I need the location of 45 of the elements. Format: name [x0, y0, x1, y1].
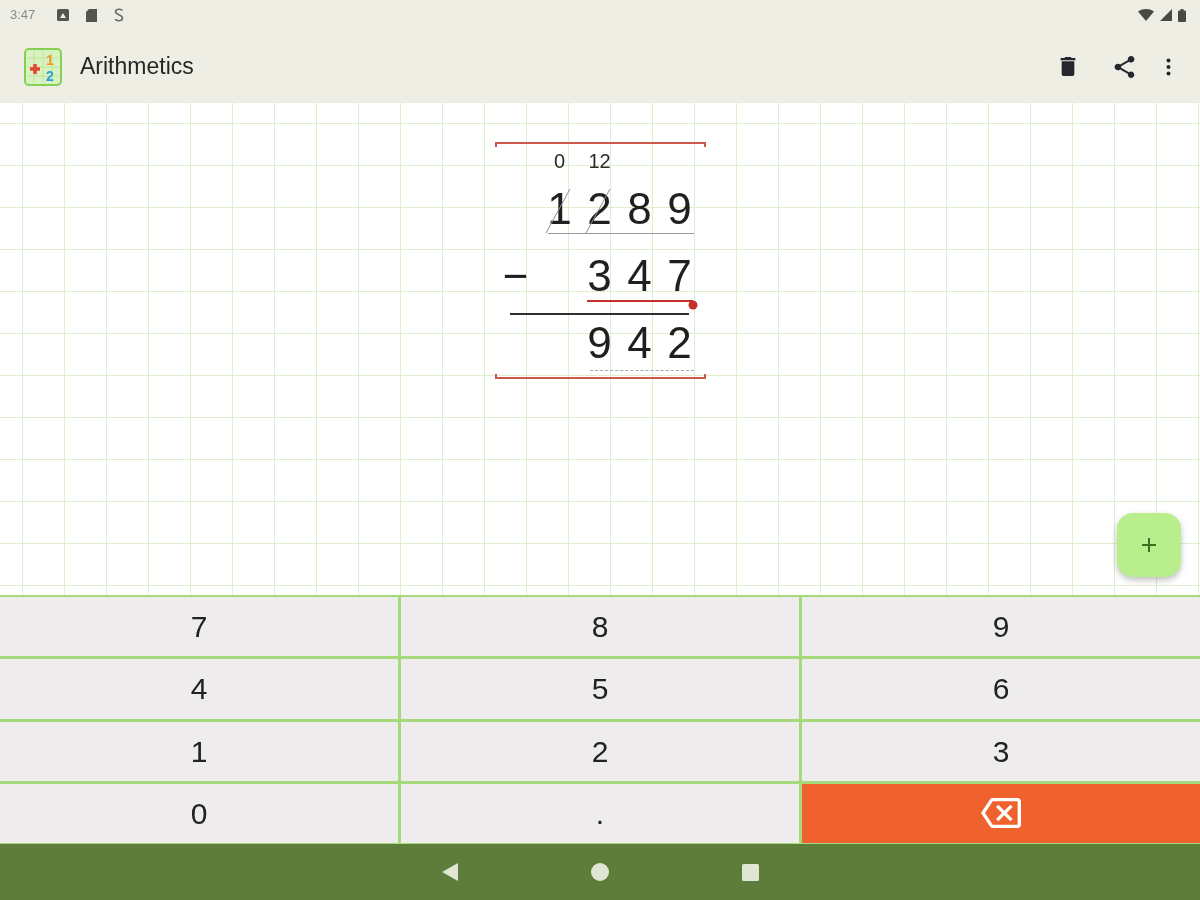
digit: 7: [667, 252, 692, 300]
trash-icon: [1060, 57, 1076, 76]
status-time: 3:47: [10, 6, 36, 25]
digit: 4: [627, 319, 652, 367]
keypad-key[interactable]: 7: [0, 597, 398, 657]
back-icon: [442, 863, 458, 881]
recents-icon: [741, 863, 759, 881]
plus-icon: [1142, 538, 1156, 552]
keypad-key[interactable]: .: [401, 783, 799, 843]
recents-button[interactable]: [739, 861, 761, 883]
keypad-key[interactable]: 5: [401, 659, 799, 719]
digit: 2: [587, 185, 612, 233]
more-options-icon: [1165, 57, 1171, 76]
wifi-icon: [1138, 9, 1154, 21]
digit: 8: [627, 185, 652, 233]
keypad-key[interactable]: 9: [802, 597, 1200, 657]
minus-sign: −: [501, 252, 530, 300]
battery-icon: [1178, 8, 1186, 22]
home-icon: [591, 863, 609, 881]
digit: 1: [547, 185, 572, 233]
keypad-key[interactable]: 8: [401, 597, 799, 657]
digit: 9: [587, 319, 612, 367]
borrow-digits: 12: [588, 149, 611, 173]
borrow-digits: 0: [553, 149, 566, 173]
app-logo-icon: 1 2: [24, 47, 62, 86]
home-button[interactable]: [589, 861, 611, 883]
keypad-key[interactable]: 2: [401, 721, 799, 781]
digit: 3: [587, 252, 612, 300]
digit: 4: [627, 252, 652, 300]
sd-card-icon: [86, 8, 98, 22]
backspace-icon: [981, 798, 1021, 829]
keypad-key[interactable]: 1: [0, 721, 398, 781]
notification-icon: [57, 9, 70, 21]
keypad-key[interactable]: 3: [802, 721, 1200, 781]
keypad-key[interactable]: 4: [0, 659, 398, 719]
backspace-key[interactable]: [802, 783, 1200, 843]
digit: 2: [667, 319, 692, 367]
digit: 9: [667, 185, 692, 233]
signal-icon: [1160, 9, 1172, 21]
notification-icon: [114, 8, 125, 22]
keypad-key[interactable]: 0: [0, 783, 398, 843]
keypad-key[interactable]: 6: [802, 659, 1200, 719]
share-button[interactable]: [1112, 54, 1136, 79]
share-icon: [1113, 55, 1135, 78]
app-title: Arithmetics: [80, 52, 194, 82]
